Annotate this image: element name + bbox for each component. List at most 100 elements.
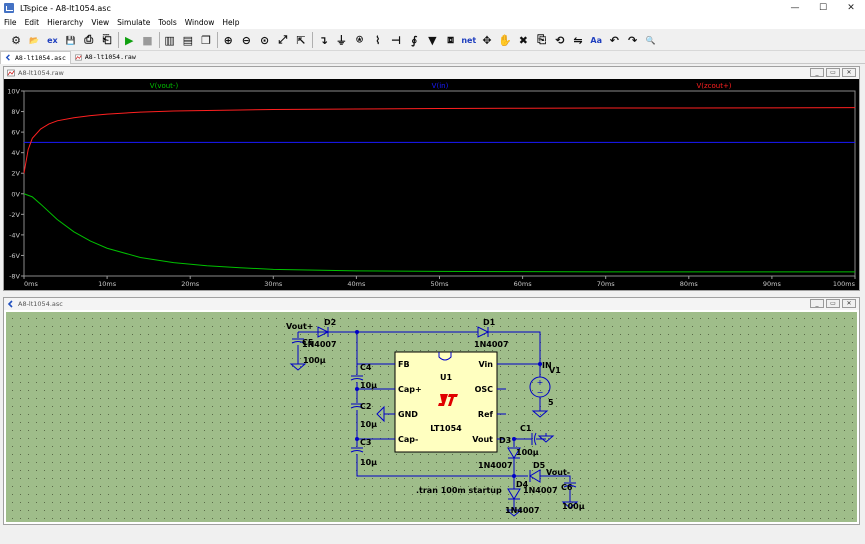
v1-plus-icon: + <box>537 378 544 387</box>
data-point <box>140 111 141 113</box>
open-button[interactable]: 📂 <box>26 32 42 48</box>
schematic-close-button[interactable]: ✕ <box>842 299 856 308</box>
schematic-minimize-button[interactable]: _ <box>810 299 824 308</box>
cascade-button[interactable]: ❐ <box>198 32 214 48</box>
print-setup-button[interactable]: ⎗ <box>99 32 115 48</box>
x-tick-label: 20ms <box>181 280 200 288</box>
schematic-canvas[interactable]: U1LT1054LTFBCap+GNDCap-VinOSCRefVout+−Vo… <box>4 310 859 524</box>
ic-pin-left-fb: FB <box>398 360 410 369</box>
data-point <box>522 107 523 109</box>
net-label-button[interactable]: net <box>461 32 477 48</box>
data-point <box>27 149 29 150</box>
menu-view[interactable]: View <box>87 18 113 27</box>
print-button[interactable]: ⎙ <box>81 32 97 48</box>
c6-value-label: 100µ <box>562 502 585 511</box>
y-tick-label: -2V <box>9 211 20 219</box>
waveform-window-titlebar[interactable]: A8-lt1054.raw _ ▭ ✕ <box>4 67 859 79</box>
toolbar-separator <box>158 32 160 48</box>
menu-help[interactable]: Help <box>218 18 243 27</box>
data-point <box>40 203 41 205</box>
data-point <box>356 108 357 110</box>
data-point <box>140 257 141 258</box>
data-point <box>32 196 33 198</box>
rotate-button[interactable]: ⟲ <box>552 32 568 48</box>
control-panel-button[interactable]: ⚙ <box>8 32 24 48</box>
move-icon: ✥ <box>482 33 492 47</box>
redo-button[interactable]: ↷ <box>625 32 641 48</box>
redo-icon: ↷ <box>627 33 638 47</box>
duplicate-button[interactable]: ⎘ <box>534 32 550 48</box>
schematic-window-titlebar[interactable]: A8-lt1054.asc _ ▭ ✕ <box>4 298 859 310</box>
run-button[interactable]: ▶ <box>121 32 137 48</box>
menu-simulate[interactable]: Simulate <box>113 18 154 27</box>
waveform-plot[interactable]: 10V 8V 6V 4V 2V 0V -2V -4V -6V -8V 0ms 10ms 20ms 30ms… <box>4 79 859 290</box>
schematic-window-title: A8-lt1054.asc <box>18 300 63 308</box>
data-point <box>239 109 241 111</box>
mirror-button[interactable]: ⇋ <box>570 32 586 48</box>
print-icon: ⎙ <box>84 33 94 46</box>
menu-edit[interactable]: Edit <box>21 18 44 27</box>
undo-button[interactable]: ↶ <box>606 32 622 48</box>
wire-button[interactable]: ↴ <box>315 32 331 48</box>
waveform-restore-button[interactable]: ▭ <box>826 68 840 77</box>
tab-waveform-label: A8-lt1054.raw <box>84 53 136 61</box>
find-button[interactable]: 🔍 <box>643 32 659 48</box>
y-tick-label: -8V <box>9 273 20 281</box>
waveform-doc-icon <box>75 54 82 60</box>
mirror-icon: ⇋ <box>573 33 583 47</box>
d4-value-label: 1N4007 <box>505 506 540 515</box>
menu-tools[interactable]: Tools <box>154 18 180 27</box>
delete-button[interactable]: ✖ <box>515 32 531 48</box>
resistor-button[interactable]: ⌇ <box>370 32 386 48</box>
component-button[interactable]: ⧈ <box>443 32 459 48</box>
document-tabs: A8-lt1054.asc A8-lt1054.raw <box>0 50 865 64</box>
data-point <box>522 271 523 272</box>
toolbar: ⚙ 📂 ex 💾 ⎙ ⎗ ▶ ■ ▥ ▤ ❐ ⊕ ⊖ ⊙ ⤢ ⇱ ↴ ⏚ ⍟ ⌇ ⊣ ∮ ▼ ⧈ net ✥ ✋ ✖ ⎘ ⟲ ⇋ Aa ↶ ↷ 🔍 <box>0 29 865 51</box>
ic-ref-label: U1 <box>440 373 452 382</box>
menu-file[interactable]: File <box>0 18 21 27</box>
text-button[interactable]: Aa <box>588 32 604 48</box>
tile-horizontal-icon: ▤ <box>182 33 193 47</box>
zoom-back-button[interactable]: ⤢ <box>275 32 291 48</box>
minimize-button[interactable]: — <box>781 0 809 16</box>
waveform-minimize-button[interactable]: _ <box>810 68 824 77</box>
waveform-window-title: A8-lt1054.raw <box>18 69 64 77</box>
schematic-restore-button[interactable]: ▭ <box>826 299 840 308</box>
waveform-close-button[interactable]: ✕ <box>842 68 856 77</box>
zoom-back-icon: ⤢ <box>278 33 288 46</box>
diode-button[interactable]: ▼ <box>424 32 440 48</box>
zoom-fit-button[interactable]: ⊙ <box>257 32 273 48</box>
tab-schematic[interactable]: A8-lt1054.asc <box>0 50 71 64</box>
drag-button[interactable]: ✋ <box>497 32 513 48</box>
zoom-in-button[interactable]: ⊕ <box>220 32 236 48</box>
c3-value-label: 10µ <box>360 458 377 467</box>
data-point <box>854 107 856 108</box>
autorange-button[interactable]: ⇱ <box>293 32 309 48</box>
inductor-button[interactable]: ∮ <box>406 32 422 48</box>
close-button[interactable]: ✕ <box>837 0 865 16</box>
waveform-window[interactable]: A8-lt1054.raw _ ▭ ✕ 10V 8V 6V 4V 2V 0V -2V -4V -… <box>3 66 860 291</box>
data-point <box>23 142 25 143</box>
menu-hierarchy[interactable]: Hierarchy <box>43 18 87 27</box>
data-point <box>32 137 33 139</box>
data-point <box>40 128 41 130</box>
save-button[interactable]: 💾 <box>63 32 79 48</box>
ic-pin-right-vin: Vin <box>479 360 494 369</box>
title-bar: LTspice - A8-lt1054.asc — ☐ ✕ <box>0 0 865 16</box>
zoom-out-button[interactable]: ⊖ <box>238 32 254 48</box>
tile-horizontal-button[interactable]: ▤ <box>180 32 196 48</box>
move-button[interactable]: ✥ <box>479 32 495 48</box>
data-point <box>273 109 274 110</box>
tile-vertical-button[interactable]: ▥ <box>162 32 178 48</box>
label-button[interactable]: ⍟ <box>352 32 368 48</box>
data-point <box>73 117 75 119</box>
halt-button[interactable]: ■ <box>139 32 155 48</box>
maximize-button[interactable]: ☐ <box>809 0 837 16</box>
ground-button[interactable]: ⏚ <box>333 32 349 48</box>
schematic-window[interactable]: A8-lt1054.asc _ ▭ ✕ U1LT1054LTFBCap+GNDC… <box>3 297 860 525</box>
open-ex-button[interactable]: ex <box>44 32 60 48</box>
tab-waveform[interactable]: A8-lt1054.raw <box>71 51 140 64</box>
capacitor-button[interactable]: ⊣ <box>388 32 404 48</box>
menu-window[interactable]: Window <box>181 18 219 27</box>
trace-label: V(vout-) <box>150 82 179 90</box>
